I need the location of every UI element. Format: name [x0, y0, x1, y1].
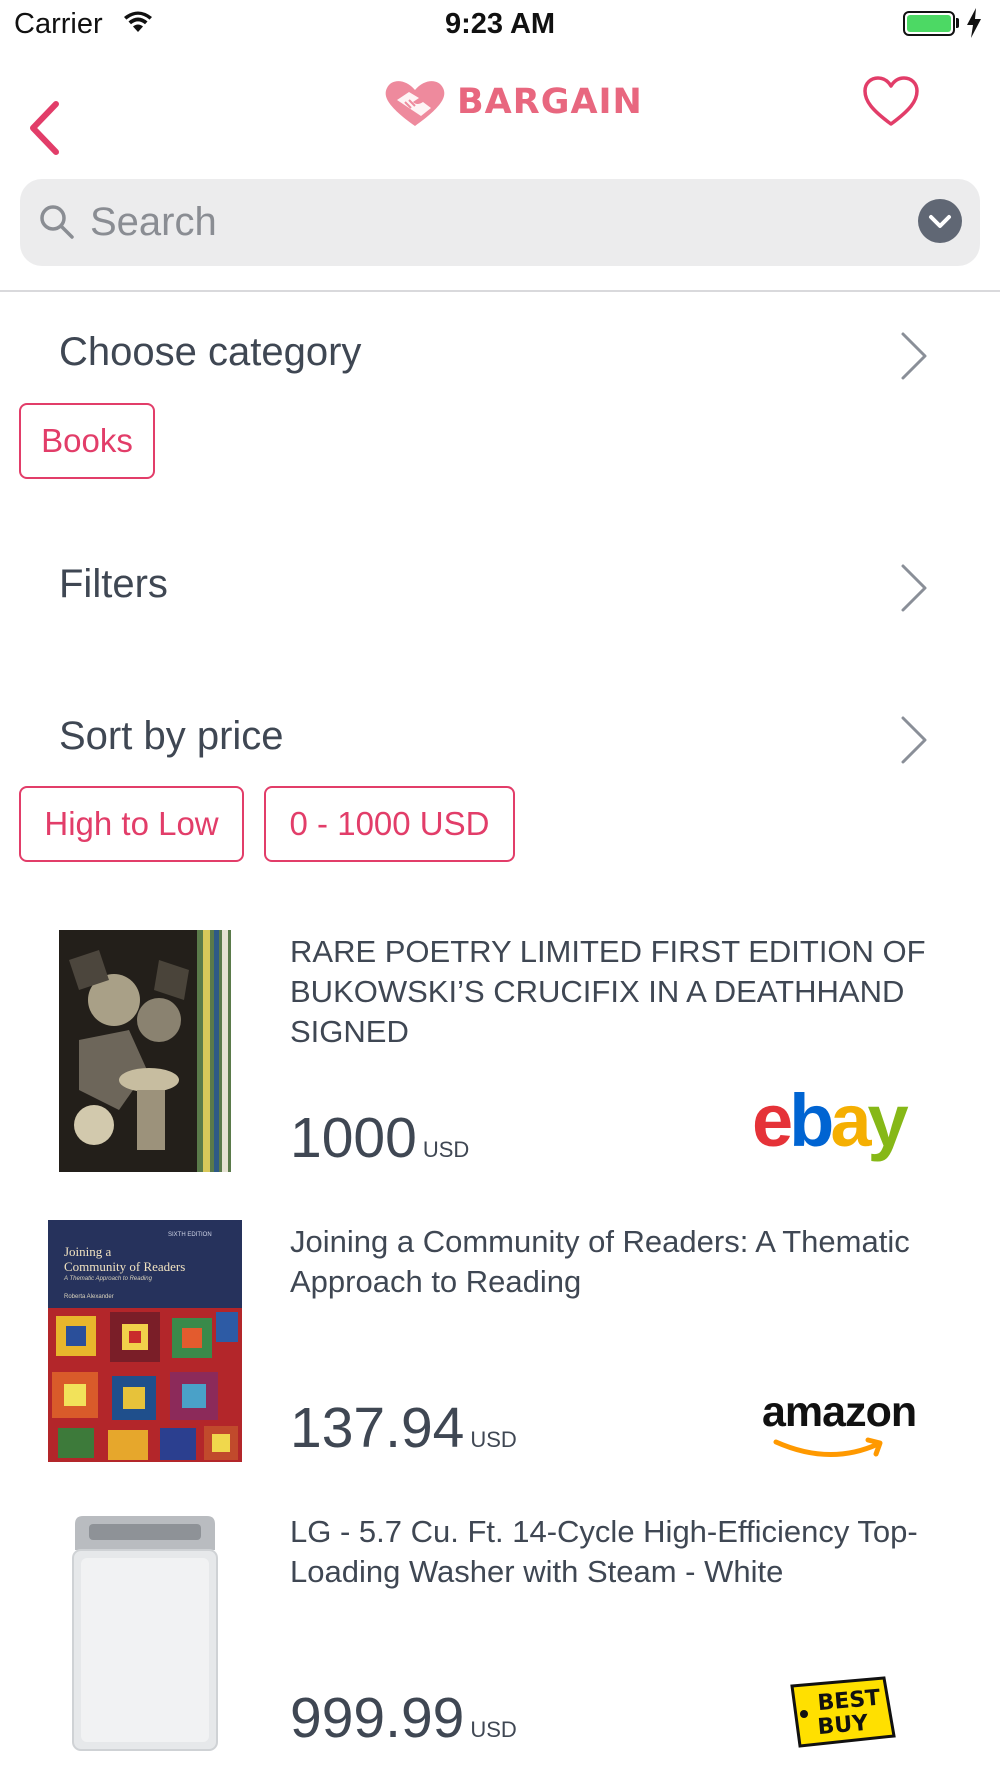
- cover-author: Roberta Alexander: [64, 1294, 114, 1300]
- search-input[interactable]: [90, 195, 890, 250]
- battery-tip: [956, 18, 959, 28]
- product-price: 1000 USD: [290, 1105, 469, 1171]
- search-bar[interactable]: [20, 179, 980, 266]
- product-item[interactable]: RARE POETRY LIMITED FIRST EDITION OF BUK…: [0, 920, 1000, 1180]
- price-range-chip[interactable]: 0 - 1000 USD: [264, 786, 515, 862]
- sort-order-chip[interactable]: High to Low: [19, 786, 244, 862]
- product-item[interactable]: SIXTH EDITION Joining a Community of Rea…: [0, 1210, 1000, 1470]
- brand-logo-icon: [385, 81, 445, 126]
- amazon-logo: amazon: [762, 1388, 917, 1436]
- chevron-right-icon[interactable]: [898, 562, 930, 614]
- status-time: 9:23 AM: [444, 8, 556, 40]
- price-value: 137.94: [290, 1396, 465, 1460]
- cover-edition: SIXTH EDITION: [168, 1232, 212, 1238]
- product-image-book-bukowski: [59, 930, 231, 1172]
- ebay-logo-icon: ebay: [752, 1092, 913, 1162]
- filters-label[interactable]: Filters: [59, 562, 168, 607]
- product-title[interactable]: RARE POETRY LIMITED FIRST EDITION OF BUK…: [290, 932, 940, 1052]
- product-image-washer: [65, 1510, 225, 1756]
- status-bar: Carrier 9:23 AM: [0, 0, 1000, 50]
- category-chip-books[interactable]: Books: [19, 403, 155, 479]
- charging-icon: [967, 8, 981, 38]
- cover-title-2: Community of Readers: [64, 1259, 186, 1274]
- price-currency: USD: [470, 1717, 517, 1742]
- back-chevron-icon[interactable]: [26, 100, 62, 156]
- divider: [0, 290, 1000, 292]
- sort-by-price-label[interactable]: Sort by price: [59, 714, 284, 759]
- heart-icon[interactable]: [862, 76, 920, 128]
- chevron-down-icon: [929, 215, 951, 228]
- search-icon: [40, 205, 74, 239]
- dropdown-icon[interactable]: [918, 199, 962, 243]
- cover-subtitle: A Thematic Approach to Reading: [64, 1276, 152, 1282]
- chevron-right-icon[interactable]: [898, 714, 930, 766]
- svg-text:BUY: BUY: [817, 1711, 871, 1740]
- product-title[interactable]: Joining a Community of Readers: A Themat…: [290, 1222, 940, 1302]
- product-price: 137.94 USD: [290, 1395, 517, 1461]
- price-currency: USD: [470, 1427, 517, 1452]
- brand-name: BARGAIN: [457, 82, 643, 122]
- product-image-book-readers: SIXTH EDITION Joining a Community of Rea…: [48, 1220, 242, 1462]
- quilt-pattern: [48, 1308, 242, 1462]
- chevron-right-icon[interactable]: [898, 330, 930, 382]
- best-buy-logo-icon: BEST BUY: [790, 1676, 896, 1748]
- amazon-smile-icon: [773, 1437, 883, 1457]
- cover-title-1: Joining a: [64, 1244, 112, 1259]
- battery-icon: [903, 11, 955, 36]
- price-value: 999.99: [290, 1686, 465, 1750]
- price-value: 1000: [290, 1106, 417, 1170]
- choose-category-label[interactable]: Choose category: [59, 330, 361, 375]
- svg-text:ebay: ebay: [752, 1092, 909, 1162]
- product-title[interactable]: LG - 5.7 Cu. Ft. 14-Cycle High-Efficienc…: [290, 1512, 940, 1592]
- product-item[interactable]: LG - 5.7 Cu. Ft. 14-Cycle High-Efficienc…: [0, 1500, 1000, 1778]
- product-price: 999.99 USD: [290, 1685, 517, 1751]
- price-currency: USD: [422, 1137, 470, 1162]
